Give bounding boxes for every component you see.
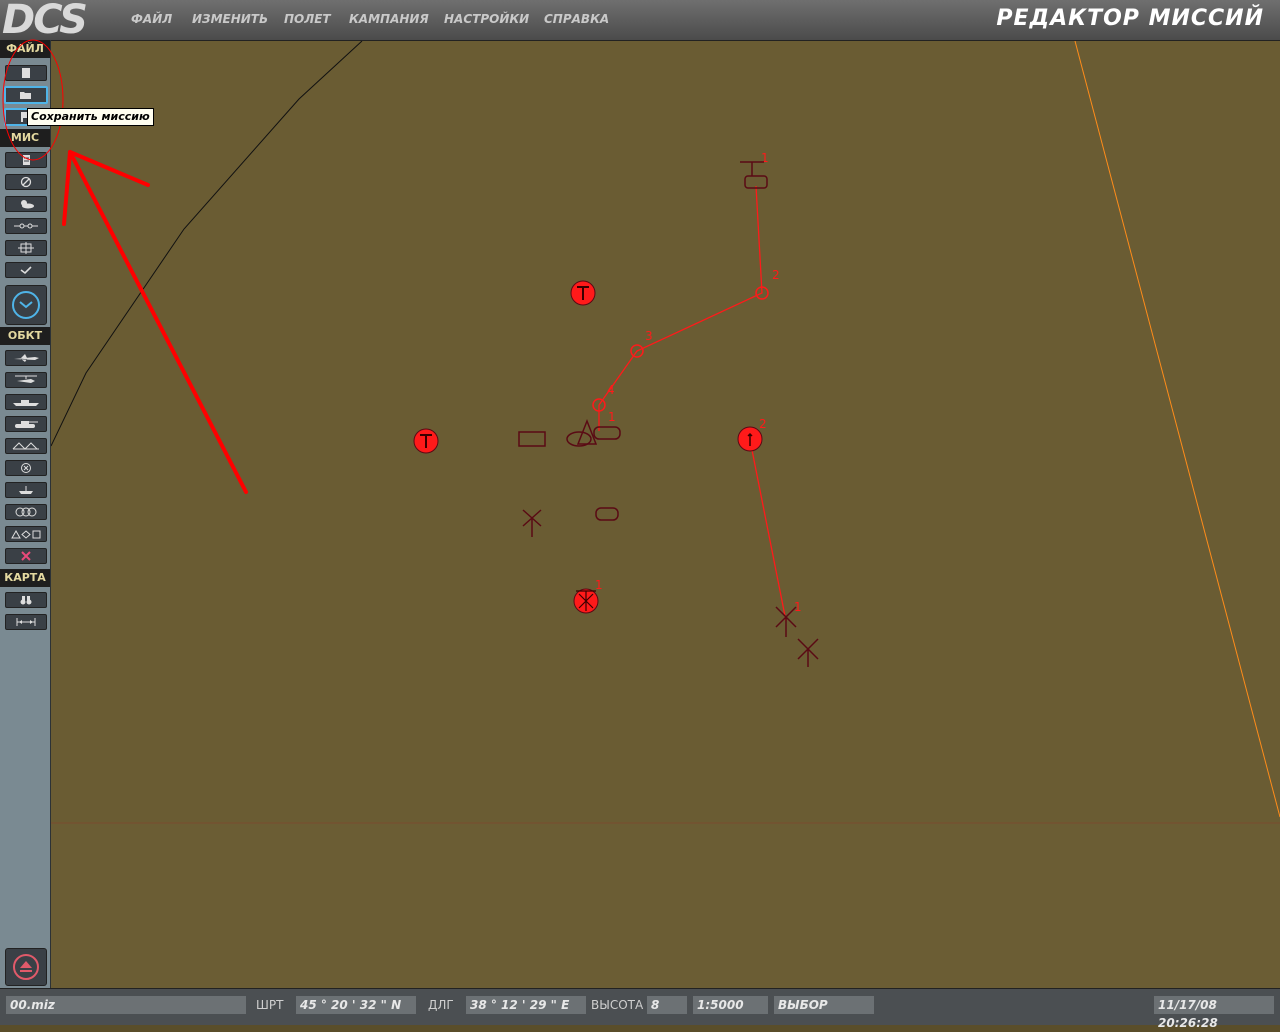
add-template-button[interactable] xyxy=(5,526,47,542)
waypoint-label: 4 xyxy=(607,383,615,397)
shapes-icon xyxy=(11,529,41,539)
binoculars-icon xyxy=(20,596,32,605)
airbase-marker[interactable] xyxy=(573,588,599,614)
ruler-button[interactable] xyxy=(5,614,47,630)
status-bar: 00.miz ШРТ 45 ° 20 ' 32 " N ДЛГ 38 ° 12 … xyxy=(0,988,1280,1030)
menu-campaign[interactable]: КАМПАНИЯ xyxy=(349,12,429,26)
longitude-label: ДЛГ xyxy=(428,998,454,1012)
map-options-button[interactable] xyxy=(5,592,47,608)
add-zone-button[interactable] xyxy=(5,504,47,520)
menu-settings[interactable]: НАСТРОЙКИ xyxy=(444,12,529,26)
waypoint-label: 1 xyxy=(761,151,769,165)
exit-button[interactable] xyxy=(5,948,47,986)
latitude-value: 45 ° 20 ' 32 " N xyxy=(296,996,416,1014)
save-tooltip: Сохранить миссию xyxy=(27,108,154,126)
app-title: РЕДАКТОР МИССИЙ xyxy=(996,6,1264,31)
waypoint-label: 1 xyxy=(595,578,603,592)
circles-icon xyxy=(15,507,37,517)
map-scale[interactable]: 1:5000 xyxy=(693,996,768,1014)
waypoint-label: 3 xyxy=(645,329,653,343)
waypoint-label: 2 xyxy=(759,417,767,431)
annotation-arrow xyxy=(2,39,248,494)
eject-icon xyxy=(13,954,39,980)
airbase-marker[interactable] xyxy=(737,426,763,452)
altitude-label: ВЫСОТА xyxy=(591,998,644,1012)
delete-object-button[interactable] xyxy=(5,548,47,564)
waypoint-label: 2 xyxy=(772,268,780,282)
menu-help[interactable]: СПРАВКА xyxy=(544,12,609,26)
editor-mode: ВЫБОР xyxy=(774,996,874,1014)
mission-filename: 00.miz xyxy=(6,996,246,1014)
waypoint-label: 1 xyxy=(608,410,616,424)
longitude-value: 38 ° 12 ' 29 " E xyxy=(466,996,586,1014)
airbase-marker[interactable] xyxy=(413,428,439,454)
airbase-marker[interactable] xyxy=(570,280,596,306)
date-time: 11/17/08 20:26:28 xyxy=(1154,996,1274,1030)
ruler-icon xyxy=(16,618,36,626)
delete-icon xyxy=(21,551,31,561)
altitude-value: 8 xyxy=(647,996,687,1014)
section-map-label: КАРТА xyxy=(0,569,50,587)
latitude-label: ШРТ xyxy=(256,998,284,1012)
